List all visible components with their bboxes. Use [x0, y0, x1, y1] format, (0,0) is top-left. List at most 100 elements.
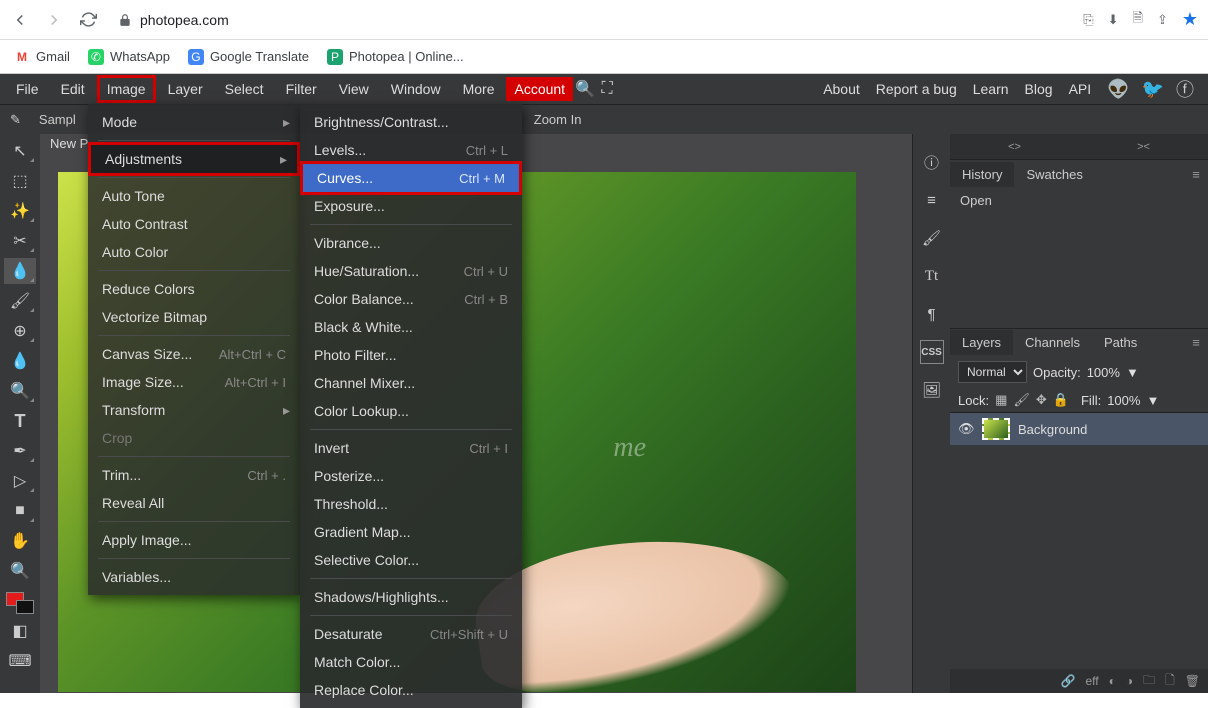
folder-icon[interactable]: 🗀: [1143, 671, 1155, 692]
quickmask-tool[interactable]: ◧: [4, 618, 36, 644]
tab-channels[interactable]: Channels: [1013, 330, 1092, 355]
clone-tool[interactable]: ⊕: [4, 318, 36, 344]
menu-color-lookup[interactable]: Color Lookup...: [300, 397, 522, 425]
menu-trim[interactable]: Trim...Ctrl + .: [88, 461, 300, 489]
back-button[interactable]: [10, 10, 30, 30]
bookmark-gmail[interactable]: MGmail: [14, 49, 70, 65]
adjustment-layer-icon[interactable]: ◑: [1126, 674, 1133, 688]
menu-mode[interactable]: Mode▸: [88, 108, 300, 136]
menu-match-color[interactable]: Match Color...: [300, 648, 522, 676]
lock-brush-icon[interactable]: 🖌: [1013, 392, 1030, 408]
lock-pixels-icon[interactable]: ▦: [995, 392, 1007, 408]
tab-history[interactable]: History: [950, 162, 1014, 187]
menu-photo-filter[interactable]: Photo Filter...: [300, 341, 522, 369]
twitter-icon[interactable]: 🐦: [1142, 79, 1164, 100]
zoom-tool[interactable]: 🔍: [4, 558, 36, 584]
brush-tool[interactable]: 🖌: [4, 288, 36, 314]
menu-brightness[interactable]: Brightness/Contrast...: [300, 108, 522, 136]
move-tool[interactable]: ↖: [4, 138, 36, 164]
menu-posterize[interactable]: Posterize...: [300, 462, 522, 490]
menu-threshold[interactable]: Threshold...: [300, 490, 522, 518]
reload-button[interactable]: [78, 10, 98, 30]
link-about[interactable]: About: [823, 81, 860, 97]
blur-tool[interactable]: 💧: [4, 348, 36, 374]
menu-window[interactable]: Window: [381, 75, 451, 103]
bookmark-photopea[interactable]: PPhotopea | Online...: [327, 49, 464, 65]
menu-view[interactable]: View: [329, 75, 379, 103]
color-swatches[interactable]: [6, 592, 34, 614]
menu-auto-contrast[interactable]: Auto Contrast: [88, 210, 300, 238]
menu-desaturate[interactable]: DesaturateCtrl+Shift + U: [300, 620, 522, 648]
bookmark-star-icon[interactable]: ★: [1182, 9, 1198, 30]
menu-curves[interactable]: Curves...Ctrl + M: [303, 164, 519, 192]
new-layer-icon[interactable]: 🗋: [1165, 671, 1175, 692]
lock-all-icon[interactable]: 🔒: [1053, 392, 1069, 408]
crop-tool[interactable]: ✂: [4, 228, 36, 254]
menu-hue[interactable]: Hue/Saturation...Ctrl + U: [300, 257, 522, 285]
shape-tool[interactable]: ■: [4, 498, 36, 524]
eyedropper-tool[interactable]: 💧: [4, 258, 36, 284]
panel-collapse-left[interactable]: <>: [950, 141, 1079, 153]
menu-select[interactable]: Select: [215, 75, 274, 103]
wand-tool[interactable]: ✨: [4, 198, 36, 224]
info-icon[interactable]: ⓘ: [920, 150, 944, 174]
menu-more[interactable]: More: [453, 75, 505, 103]
bookmark-translate[interactable]: GGoogle Translate: [188, 49, 309, 65]
menu-bw[interactable]: Black & White...: [300, 313, 522, 341]
page-icon[interactable]: 🗎: [1133, 9, 1143, 31]
bookmark-whatsapp[interactable]: ✆WhatsApp: [88, 49, 170, 65]
menu-replace-color[interactable]: Replace Color...: [300, 676, 522, 704]
menu-canvas-size[interactable]: Canvas Size...Alt+Ctrl + C: [88, 340, 300, 368]
character-icon[interactable]: Tt: [920, 264, 944, 288]
history-menu-icon[interactable]: ≡: [1184, 167, 1208, 182]
facebook-icon[interactable]: ⓕ: [1176, 76, 1194, 102]
menu-shadows[interactable]: Shadows/Highlights...: [300, 583, 522, 611]
menu-filter[interactable]: Filter: [276, 75, 327, 103]
link-api[interactable]: API: [1069, 81, 1092, 97]
forward-button[interactable]: [44, 10, 64, 30]
brushprefs-icon[interactable]: 🖌: [920, 226, 944, 250]
address-bar[interactable]: photopea.com: [112, 12, 1069, 28]
hand-tool[interactable]: ✋: [4, 528, 36, 554]
menu-file[interactable]: File: [6, 75, 49, 103]
tab-layers[interactable]: Layers: [950, 330, 1013, 355]
adjust-icon[interactable]: ≡: [920, 188, 944, 212]
opacity-caret-icon[interactable]: ▼: [1126, 365, 1139, 380]
search-icon[interactable]: 🔍: [575, 79, 595, 99]
menu-vectorize[interactable]: Vectorize Bitmap: [88, 303, 300, 331]
paragraph-icon[interactable]: ¶: [920, 302, 944, 326]
layer-thumbnail[interactable]: [982, 418, 1010, 440]
tab-paths[interactable]: Paths: [1092, 330, 1149, 355]
type-tool[interactable]: T: [4, 408, 36, 434]
menu-edit[interactable]: Edit: [51, 75, 95, 103]
share-icon[interactable]: ⇪: [1157, 12, 1168, 28]
menu-levels[interactable]: Levels...Ctrl + L: [300, 136, 522, 164]
visibility-icon[interactable]: 👁: [958, 421, 974, 437]
pen-tool[interactable]: ✒: [4, 438, 36, 464]
marquee-tool[interactable]: ⬚: [4, 168, 36, 194]
menu-image[interactable]: Image: [97, 75, 156, 103]
menu-reduce-colors[interactable]: Reduce Colors: [88, 275, 300, 303]
history-item-open[interactable]: Open: [950, 188, 1208, 213]
menu-selective-color[interactable]: Selective Color...: [300, 546, 522, 574]
keyboard-icon[interactable]: ⌨: [4, 648, 36, 674]
menu-channel-mixer[interactable]: Channel Mixer...: [300, 369, 522, 397]
menu-layer[interactable]: Layer: [158, 75, 213, 103]
lock-move-icon[interactable]: ✥: [1036, 392, 1047, 408]
panel-collapse-right[interactable]: ><: [1079, 141, 1208, 153]
dodge-tool[interactable]: 🔍: [4, 378, 36, 404]
menu-invert[interactable]: InvertCtrl + I: [300, 434, 522, 462]
reddit-icon[interactable]: 👽: [1107, 79, 1129, 100]
document-tab[interactable]: New P: [50, 136, 88, 151]
menu-vibrance[interactable]: Vibrance...: [300, 229, 522, 257]
menu-image-size[interactable]: Image Size...Alt+Ctrl + I: [88, 368, 300, 396]
fullscreen-icon[interactable]: ⛶: [597, 80, 617, 98]
thumbnail-icon[interactable]: 🖼: [920, 378, 944, 402]
menu-color-balance[interactable]: Color Balance...Ctrl + B: [300, 285, 522, 313]
menu-adjustments[interactable]: Adjustments▸: [91, 145, 297, 173]
menu-auto-color[interactable]: Auto Color: [88, 238, 300, 266]
menu-reveal-all[interactable]: Reveal All: [88, 489, 300, 517]
link-learn[interactable]: Learn: [973, 81, 1009, 97]
menu-transform[interactable]: Transform▸: [88, 396, 300, 424]
fill-caret-icon[interactable]: ▼: [1146, 393, 1159, 408]
